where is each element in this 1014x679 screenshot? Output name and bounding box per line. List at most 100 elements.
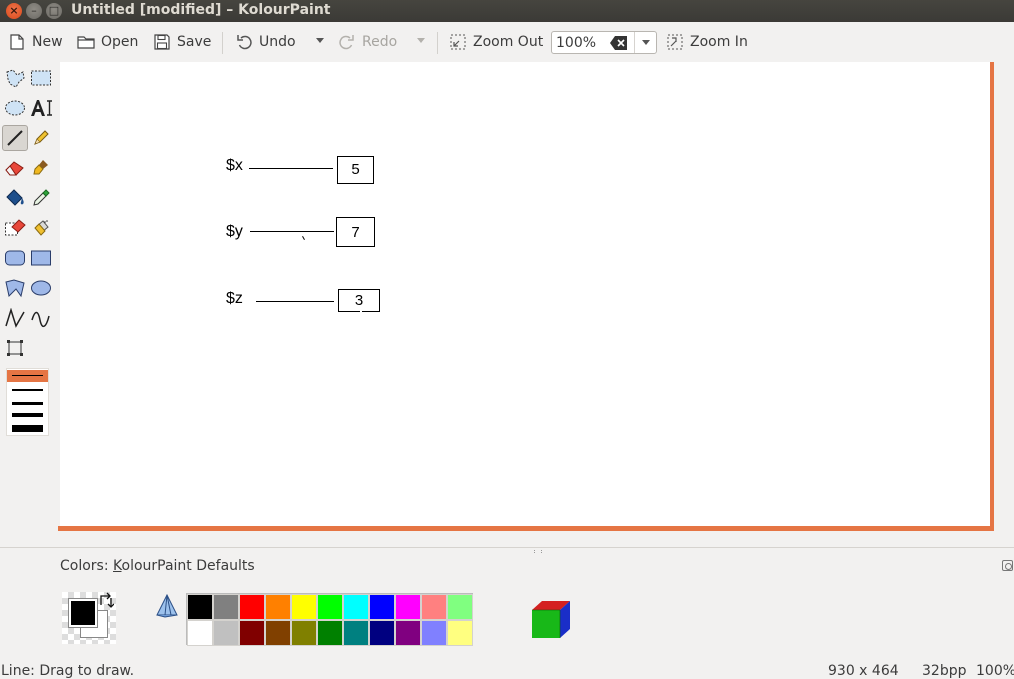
polygon-tool[interactable]: [2, 275, 28, 301]
canvas-resize-handle-right[interactable]: [990, 62, 994, 531]
spraycan-tool[interactable]: [28, 215, 54, 241]
save-disk-icon: [153, 33, 171, 51]
transparent-color-button[interactable]: [153, 592, 181, 620]
palette-swatch-1-6[interactable]: [317, 594, 343, 620]
main-toolbar: New Open Save Undo Redo Zoom Out 100% Zo…: [0, 22, 1014, 62]
undo-label: Undo: [259, 34, 296, 50]
spraycan-icon: [34, 220, 49, 236]
palette-swatch-1-5[interactable]: [291, 594, 317, 620]
color-eraser-tool[interactable]: [2, 215, 28, 241]
rectangle-tool[interactable]: [28, 245, 54, 271]
flood-fill-tool[interactable]: [2, 185, 28, 211]
tool-box: [0, 62, 58, 547]
palette-swatch-1-2[interactable]: [213, 594, 239, 620]
zoom-in-button[interactable]: Zoom In: [666, 30, 748, 54]
drawing-canvas[interactable]: $x 5 $y 7 $z 3: [60, 62, 990, 526]
color-picker-tool[interactable]: [28, 185, 54, 211]
zoom-dropdown-button[interactable]: [634, 32, 656, 53]
canvas-line-z: [256, 301, 334, 302]
elliptical-selection-tool[interactable]: [2, 95, 28, 121]
colors-title-rest: olourPaint Defaults: [121, 558, 255, 574]
palette-swatch-2-9[interactable]: [395, 620, 421, 646]
line-width-5[interactable]: [12, 425, 43, 432]
palette-swatch-1-9[interactable]: [395, 594, 421, 620]
canvas-resize-handle-bottom[interactable]: [58, 526, 994, 531]
palette-swatch-2-1[interactable]: [187, 620, 213, 646]
save-button[interactable]: Save: [153, 30, 211, 54]
palette-swatch-1-7[interactable]: [343, 594, 369, 620]
palette-swatch-1-3[interactable]: [239, 594, 265, 620]
foreground-color-swatch[interactable]: [68, 598, 98, 628]
selected-line-width[interactable]: [7, 370, 48, 382]
palette-swatch-1-11[interactable]: [447, 594, 473, 620]
zoom-combobox[interactable]: [551, 31, 657, 54]
rectangle-icon: [31, 250, 51, 266]
colors-title-accel: K: [113, 558, 122, 574]
free-form-selection-tool[interactable]: [2, 65, 28, 91]
ellipse-tool[interactable]: [28, 275, 54, 301]
pen-tool[interactable]: [28, 125, 54, 151]
clear-input-icon[interactable]: [610, 35, 628, 51]
eraser-tool[interactable]: [2, 155, 28, 181]
line-width-selector: [6, 368, 49, 436]
palette-swatch-1-4[interactable]: [265, 594, 291, 620]
palette-swatch-2-10[interactable]: [421, 620, 447, 646]
curve-tool[interactable]: [28, 305, 54, 331]
window-maximize-button[interactable]: □: [46, 3, 62, 19]
connected-lines-tool[interactable]: [2, 305, 28, 331]
canvas-scroll-area: $x 5 $y 7 $z 3: [58, 62, 1014, 547]
text-tool[interactable]: [28, 95, 54, 121]
brush-tool-icon: [33, 160, 48, 175]
canvas-box-y: 7: [336, 217, 375, 247]
free-form-selection-icon: [6, 69, 25, 88]
undo-history-dropdown[interactable]: [316, 38, 324, 43]
redo-history-dropdown[interactable]: [417, 38, 425, 43]
undock-panel-button[interactable]: [1002, 560, 1013, 571]
palette-swatch-2-2[interactable]: [213, 620, 239, 646]
palette-swatch-2-3[interactable]: [239, 620, 265, 646]
canvas-label-y: $y: [226, 223, 243, 240]
palette-swatch-1-1[interactable]: [187, 594, 213, 620]
swap-colors-icon[interactable]: [98, 592, 115, 608]
status-message: Line: Drag to draw.: [1, 663, 135, 679]
line-tool[interactable]: [2, 125, 28, 151]
canvas-box-z-bottom-left: [338, 311, 360, 312]
panel-splitter[interactable]: [0, 547, 1014, 555]
line-width-1[interactable]: [12, 375, 43, 376]
line-width-2[interactable]: [12, 389, 43, 391]
window-minimize-button[interactable]: –: [26, 3, 42, 19]
connected-lines-icon: [5, 308, 25, 328]
brush-tool[interactable]: [28, 155, 54, 181]
autocrop-tool[interactable]: [2, 335, 28, 361]
zoom-out-button[interactable]: Zoom Out: [449, 30, 543, 54]
zoom-input[interactable]: [556, 34, 606, 52]
new-document-icon: [8, 33, 26, 51]
palette-swatch-2-4[interactable]: [265, 620, 291, 646]
line-width-4[interactable]: [12, 413, 43, 417]
palette-swatch-2-6[interactable]: [317, 620, 343, 646]
open-folder-icon: [77, 33, 95, 51]
undo-button[interactable]: Undo: [235, 30, 296, 54]
canvas-box-z: 3: [338, 289, 380, 312]
status-color-depth: 32bpp: [922, 663, 967, 679]
splitter-grip[interactable]: [534, 550, 542, 553]
status-image-size: 930 x 464: [828, 663, 899, 679]
window-close-button[interactable]: ×: [6, 3, 22, 19]
redo-button[interactable]: Redo: [338, 30, 397, 54]
rounded-rectangle-tool[interactable]: [2, 245, 28, 271]
palette-swatch-1-10[interactable]: [421, 594, 447, 620]
canvas-label-x: $x: [226, 157, 243, 174]
toolbar-separator: [437, 32, 438, 54]
palette-swatch-1-8[interactable]: [369, 594, 395, 620]
palette-swatch-2-11[interactable]: [447, 620, 473, 646]
eraser-tool-icon: [5, 161, 24, 176]
line-width-3[interactable]: [12, 402, 43, 405]
color-similarity-cube-icon[interactable]: [530, 598, 572, 640]
new-button[interactable]: New: [8, 30, 63, 54]
palette-swatch-2-5[interactable]: [291, 620, 317, 646]
rectangular-selection-tool[interactable]: [28, 65, 54, 91]
open-button[interactable]: Open: [77, 30, 138, 54]
palette-swatch-2-8[interactable]: [369, 620, 395, 646]
dual-color-button[interactable]: [62, 592, 116, 644]
palette-swatch-2-7[interactable]: [343, 620, 369, 646]
